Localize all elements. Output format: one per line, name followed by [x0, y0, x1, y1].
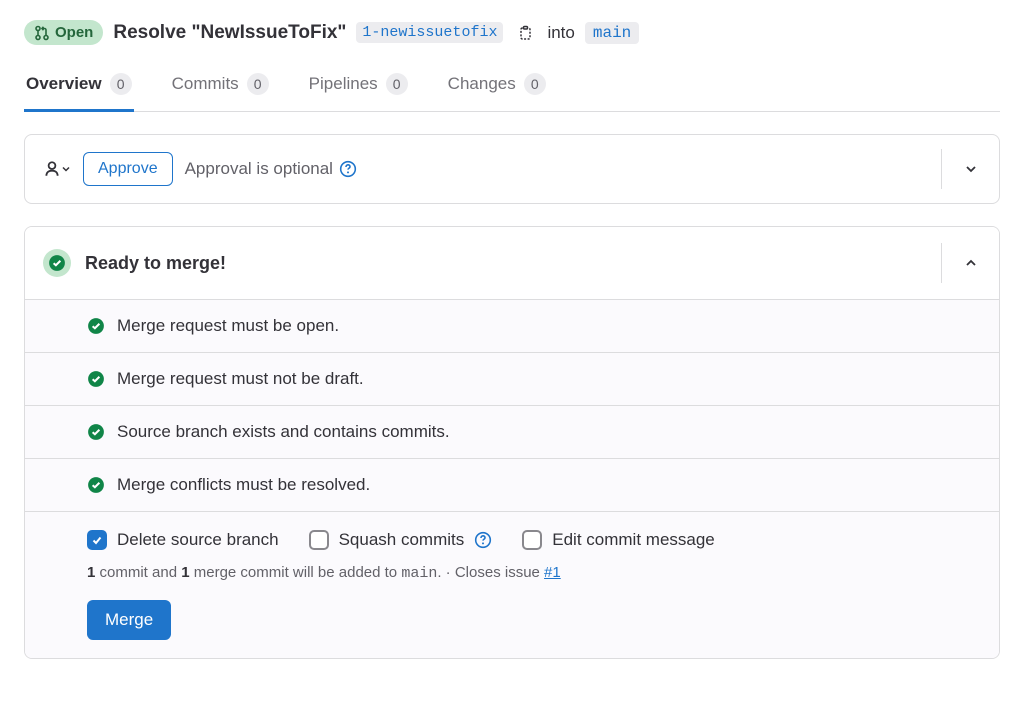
tab-label: Pipelines [309, 74, 378, 94]
approval-optional-text: Approval is optional [185, 159, 357, 179]
tabs: Overview 0 Commits 0 Pipelines 0 Changes… [24, 61, 1000, 112]
status-text: Open [55, 24, 93, 41]
caret-down-icon [61, 164, 71, 174]
checkbox-icon [309, 530, 329, 550]
status-badge: Open [24, 20, 103, 45]
check-text: Merge request must not be draft. [117, 369, 364, 389]
merge-request-icon [34, 25, 50, 41]
merge-button[interactable]: Merge [87, 600, 171, 640]
merge-summary: 1 commit and 1 merge commit will be adde… [25, 554, 999, 586]
check-circle-icon [87, 476, 105, 494]
tab-count: 0 [247, 73, 269, 95]
checkbox-icon [87, 530, 107, 550]
tab-pipelines[interactable]: Pipelines 0 [307, 61, 410, 112]
check-item: Merge request must be open. [25, 299, 999, 352]
tab-label: Changes [448, 74, 516, 94]
merge-options: Delete source branch Squash commits Edit… [25, 511, 999, 554]
into-label: into [547, 23, 574, 43]
check-text: Merge request must be open. [117, 316, 339, 336]
edit-commit-message-checkbox[interactable]: Edit commit message [522, 530, 715, 550]
check-item: Merge conflicts must be resolved. [25, 458, 999, 511]
target-branch[interactable]: main [585, 22, 639, 44]
collapse-merge-button[interactable] [941, 243, 981, 283]
check-text: Merge conflicts must be resolved. [117, 475, 370, 495]
check-circle-icon [87, 370, 105, 388]
merge-panel: Ready to merge! Merge request must be op… [24, 226, 1000, 659]
ready-title: Ready to merge! [85, 253, 226, 274]
delete-source-checkbox[interactable]: Delete source branch [87, 530, 279, 550]
tab-commits[interactable]: Commits 0 [170, 61, 271, 112]
check-circle-icon [48, 254, 66, 272]
mr-header: Open Resolve "NewIssueToFix" 1-newissuet… [24, 20, 1000, 45]
check-circle-icon [87, 423, 105, 441]
tab-count: 0 [386, 73, 408, 95]
closes-issue-link[interactable]: #1 [544, 564, 561, 581]
copy-branch-button[interactable] [513, 21, 537, 45]
check-circle-icon [87, 317, 105, 335]
squash-commits-checkbox[interactable]: Squash commits [309, 530, 493, 550]
help-icon[interactable] [339, 160, 357, 178]
check-item: Source branch exists and contains commit… [25, 405, 999, 458]
person-icon [43, 160, 61, 178]
check-item: Merge request must not be draft. [25, 352, 999, 405]
expand-approval-button[interactable] [941, 149, 981, 189]
chevron-down-icon [963, 161, 979, 177]
help-icon[interactable] [474, 531, 492, 549]
mr-title: Resolve "NewIssueToFix" [113, 22, 346, 44]
merge-action-row: Merge [25, 586, 999, 658]
approve-button[interactable]: Approve [83, 152, 173, 186]
source-branch[interactable]: 1-newissuetofix [356, 22, 503, 43]
merge-header: Ready to merge! [25, 227, 999, 299]
ready-status-icon [43, 249, 71, 277]
tab-changes[interactable]: Changes 0 [446, 61, 548, 112]
tab-label: Overview [26, 74, 102, 94]
chevron-up-icon [963, 255, 979, 271]
check-text: Source branch exists and contains commit… [117, 422, 450, 442]
option-label: Edit commit message [552, 530, 715, 550]
tab-overview[interactable]: Overview 0 [24, 61, 134, 112]
clipboard-icon [517, 25, 533, 41]
tab-count: 0 [110, 73, 132, 95]
tab-count: 0 [524, 73, 546, 95]
tab-label: Commits [172, 74, 239, 94]
option-label: Squash commits [339, 530, 465, 550]
checkbox-icon [522, 530, 542, 550]
approval-panel: Approve Approval is optional [24, 134, 1000, 204]
option-label: Delete source branch [117, 530, 279, 550]
approvers-dropdown[interactable] [43, 160, 71, 178]
